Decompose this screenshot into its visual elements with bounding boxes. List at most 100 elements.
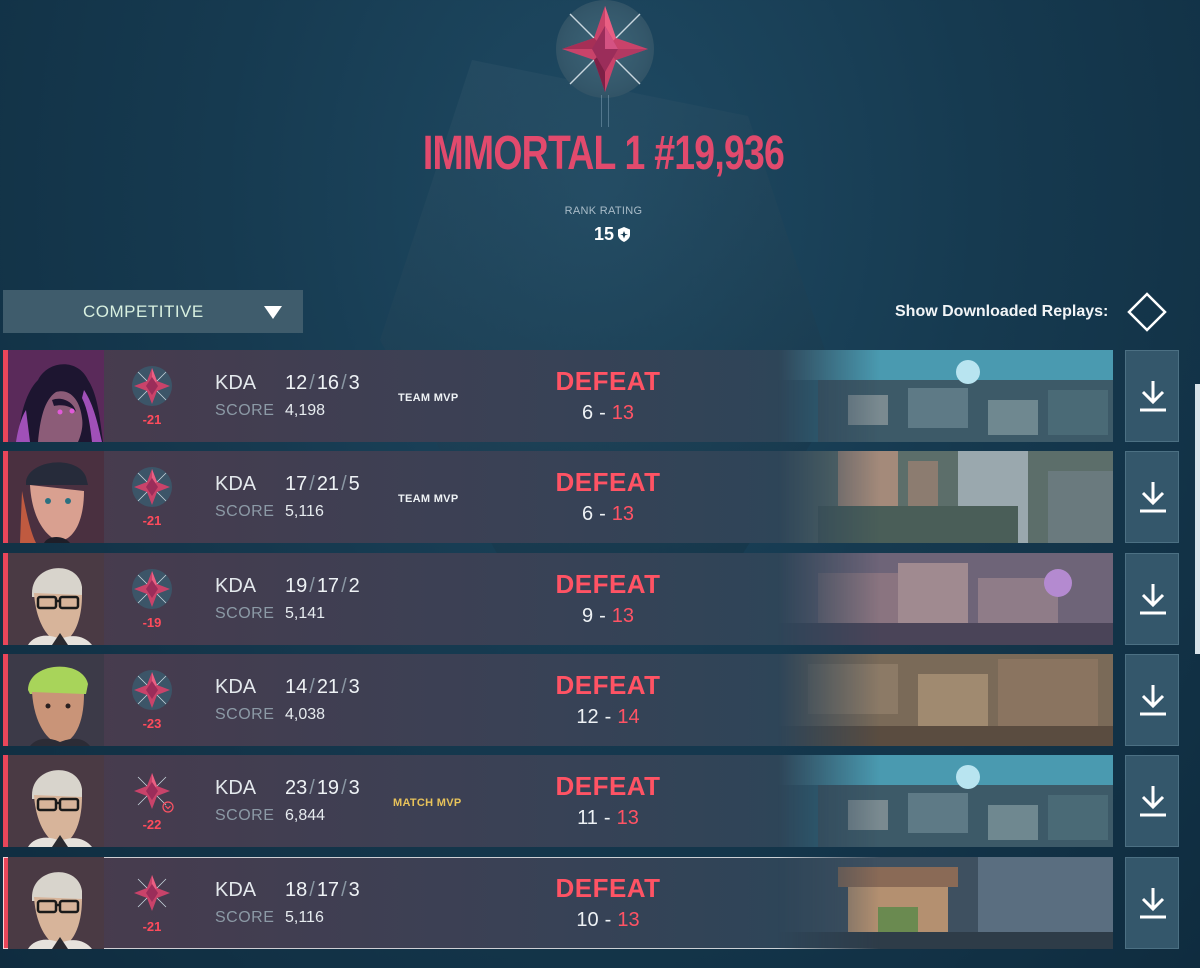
combat-score: 4,038 bbox=[285, 706, 326, 723]
round-score: 11-13 bbox=[577, 807, 639, 829]
score-label: SCORE bbox=[215, 909, 275, 926]
replays-checkbox[interactable] bbox=[1126, 291, 1168, 333]
downloaded-replays-toggle[interactable]: Show Downloaded Replays: bbox=[895, 290, 1168, 333]
map-thumbnail bbox=[778, 654, 1113, 746]
rr-change: -21 bbox=[142, 513, 162, 528]
kills: 17 bbox=[285, 473, 308, 495]
assists: 3 bbox=[348, 777, 360, 799]
deaths: 19 bbox=[316, 777, 340, 799]
team-rounds: 9 bbox=[581, 605, 594, 627]
rr-change: -22 bbox=[142, 817, 162, 832]
round-score: 12-14 bbox=[576, 706, 640, 728]
map-thumbnail bbox=[778, 553, 1113, 645]
kda-value: 18/17/3 bbox=[285, 879, 360, 901]
mvp-badge: TEAM MVP bbox=[398, 392, 459, 404]
round-score: 10-13 bbox=[576, 909, 640, 931]
kda-value: 23/19/3 bbox=[285, 777, 360, 799]
download-replay-button[interactable] bbox=[1125, 350, 1179, 442]
match-result: DEFEAT bbox=[555, 873, 661, 903]
match-row[interactable]: -21 KDA SCORE 12/16/3 4,198 TEAM MVP DEF… bbox=[3, 350, 1113, 442]
team-rounds: 6 bbox=[581, 402, 594, 424]
team-rounds: 10 bbox=[576, 909, 599, 931]
deaths: 17 bbox=[316, 575, 340, 597]
download-icon bbox=[1140, 685, 1166, 716]
rank-rating-value: 15 bbox=[594, 224, 631, 245]
agent-portrait-reyna bbox=[8, 350, 104, 442]
match-result: DEFEAT bbox=[555, 569, 661, 599]
map-thumbnail bbox=[778, 451, 1113, 543]
rank-title: IMMORTAL 1 #19,936 bbox=[422, 127, 785, 180]
download-icon bbox=[1140, 888, 1166, 919]
immortal-rank-icon bbox=[134, 875, 170, 911]
match-result: DEFEAT bbox=[555, 467, 661, 497]
kda-label: KDA bbox=[215, 473, 257, 495]
match-row[interactable]: -21 KDA SCORE 18/17/3 5,116 DEFEAT 10-13 bbox=[3, 857, 1113, 949]
kills: 12 bbox=[285, 372, 308, 394]
kda-label: KDA bbox=[215, 676, 257, 698]
round-score: 6-13 bbox=[581, 503, 635, 525]
enemy-rounds: 13 bbox=[611, 605, 635, 627]
download-replay-button[interactable] bbox=[1125, 857, 1179, 949]
queue-mode-label: COMPETITIVE bbox=[83, 302, 204, 321]
score-label: SCORE bbox=[215, 807, 275, 824]
assists: 3 bbox=[348, 372, 360, 394]
download-replay-button[interactable] bbox=[1125, 755, 1179, 847]
diamond-checkbox-icon bbox=[1127, 291, 1168, 332]
download-replay-button[interactable] bbox=[1125, 553, 1179, 645]
immortal-rank-icon bbox=[134, 773, 174, 813]
combat-score: 5,141 bbox=[285, 605, 326, 622]
agent-portrait-chamber bbox=[8, 755, 104, 847]
immortal-rank-icon bbox=[132, 569, 172, 609]
map-thumbnail bbox=[778, 857, 1113, 949]
rank-rating-label: RANK RATING bbox=[564, 205, 643, 217]
download-icon bbox=[1140, 482, 1166, 513]
match-row[interactable]: -21 KDA SCORE 17/21/5 5,116 TEAM MVP DEF… bbox=[3, 451, 1113, 543]
replays-toggle-label: Show Downloaded Replays: bbox=[895, 302, 1109, 320]
enemy-rounds: 14 bbox=[617, 706, 640, 728]
download-icon bbox=[1140, 584, 1166, 615]
rank-rating-number: 15 bbox=[594, 224, 615, 244]
agent-portrait-neon-hair bbox=[8, 654, 104, 746]
round-score: 6-13 bbox=[581, 402, 635, 424]
kda-label: KDA bbox=[215, 372, 257, 394]
mvp-badge: TEAM MVP bbox=[398, 493, 459, 505]
rr-change: -21 bbox=[142, 919, 162, 934]
rr-change: -23 bbox=[142, 716, 162, 731]
download-replay-button[interactable] bbox=[1125, 654, 1179, 746]
enemy-rounds: 13 bbox=[611, 503, 635, 525]
combat-score: 5,116 bbox=[285, 909, 324, 926]
score-label: SCORE bbox=[215, 503, 275, 520]
rank-header: IMMORTAL 1 #19,936 RANK RATING 15 bbox=[0, 0, 1200, 260]
enemy-rounds: 13 bbox=[617, 909, 640, 931]
scrollbar[interactable] bbox=[1195, 384, 1200, 654]
download-icon bbox=[1140, 786, 1166, 817]
kda-label: KDA bbox=[215, 777, 257, 799]
kills: 19 bbox=[285, 575, 308, 597]
deaths: 21 bbox=[316, 676, 340, 698]
deaths: 17 bbox=[316, 879, 340, 901]
assists: 2 bbox=[348, 575, 360, 597]
match-result: DEFEAT bbox=[555, 670, 661, 700]
immortal-rank-icon bbox=[556, 0, 654, 98]
kda-value: 14/21/3 bbox=[285, 676, 360, 698]
round-score: 9-13 bbox=[581, 605, 635, 627]
rr-change: -21 bbox=[142, 412, 162, 427]
match-row[interactable]: -22 KDA SCORE 23/19/3 6,844 MATCH MVP DE… bbox=[3, 755, 1113, 847]
chevron-down-icon bbox=[264, 306, 282, 319]
queue-mode-dropdown[interactable]: COMPETITIVE bbox=[3, 290, 303, 333]
mvp-badge: MATCH MVP bbox=[393, 797, 462, 809]
combat-score: 6,844 bbox=[285, 807, 326, 824]
agent-portrait-reyna-alt bbox=[8, 451, 104, 543]
download-replay-button[interactable] bbox=[1125, 451, 1179, 543]
match-row[interactable]: -23 KDA SCORE 14/21/3 4,038 DEFEAT 12-14 bbox=[3, 654, 1113, 746]
download-icon bbox=[1140, 381, 1166, 412]
assists: 3 bbox=[348, 879, 360, 901]
score-label: SCORE bbox=[215, 706, 275, 723]
score-label: SCORE bbox=[215, 605, 275, 622]
immortal-rank-icon bbox=[132, 366, 172, 406]
combat-score: 5,116 bbox=[285, 503, 324, 520]
rr-change: -19 bbox=[142, 615, 162, 630]
match-row[interactable]: -19 KDA SCORE 19/17/2 5,141 DEFEAT 9-13 bbox=[3, 553, 1113, 645]
immortal-rank-icon bbox=[132, 670, 172, 710]
combat-score: 4,198 bbox=[285, 402, 326, 419]
